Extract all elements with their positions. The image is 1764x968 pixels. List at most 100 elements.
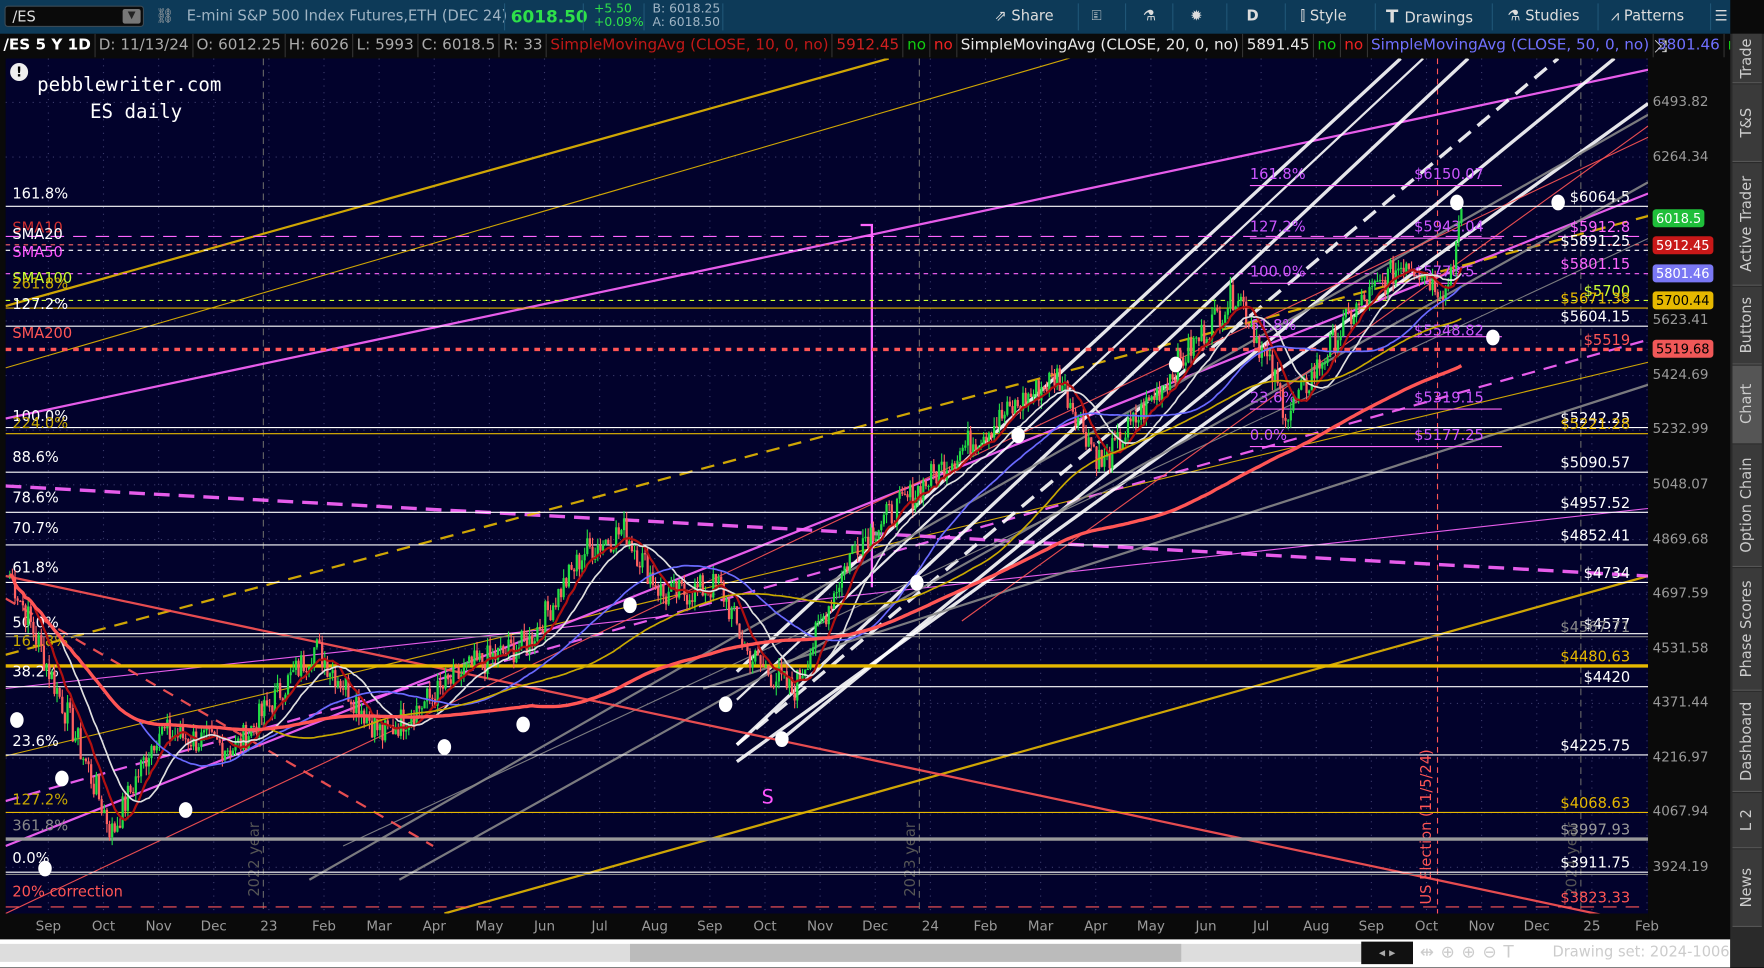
gear-icon[interactable]: ✹ — [1190, 0, 1202, 34]
candle-body — [738, 623, 741, 639]
chart-settings-label[interactable]: /ES 5 Y 1D — [0, 33, 96, 58]
candle-body — [649, 572, 652, 584]
price-tick: 6264.34 — [1652, 148, 1709, 164]
candle-body — [688, 600, 691, 605]
study-sma50[interactable]: SimpleMovingAvg (CLOSE, 50, 0, no) — [1368, 33, 1654, 58]
candle-body — [536, 627, 539, 642]
info-icon[interactable]: 🗉 — [1091, 0, 1102, 34]
candle-body — [510, 639, 513, 644]
candle-icon: ⫿ — [1300, 7, 1310, 25]
candle-body — [71, 708, 74, 742]
price-axis[interactable]: 6493.82 6264.34 5623.41 5424.69 5232.99 5048.… — [1648, 58, 1731, 940]
candle-body — [1365, 299, 1369, 306]
candle-body — [147, 758, 151, 767]
time-tick: Mar — [366, 918, 392, 934]
candle-body — [286, 675, 290, 695]
candle-body — [373, 716, 376, 738]
symbol-selector[interactable]: /ES ▼ — [4, 5, 144, 27]
zoom-in-icon[interactable]: ⊕ — [1462, 942, 1483, 962]
study-sma20[interactable]: SimpleMovingAvg (CLOSE, 20, 0, no) — [957, 33, 1244, 58]
collapse-studies-icon[interactable]: ⤨ — [1654, 36, 1668, 56]
candle-body — [512, 643, 515, 663]
swing-marker — [516, 716, 530, 733]
candle-body — [1229, 284, 1232, 309]
candle-body — [63, 712, 67, 724]
time-tick: Dec — [200, 918, 227, 934]
candle-body — [1434, 274, 1437, 293]
thinkorswim-chart-window: /ES ▼ ⛓ E-mini S&P 500 Index Futures,ETH … — [0, 0, 1764, 968]
candle-body — [880, 524, 883, 531]
horizontal-scrollbar[interactable] — [0, 943, 1384, 962]
candle-body — [462, 666, 466, 675]
candle-body — [819, 620, 823, 622]
candle-body — [1308, 390, 1311, 394]
swing-marker — [1168, 356, 1183, 373]
share-button[interactable]: ⇗ Share — [995, 0, 1054, 34]
candle-body — [16, 598, 19, 601]
sidebar-tab-buttons[interactable]: Buttons — [1732, 286, 1762, 365]
sidebar-tab-news[interactable]: News — [1732, 849, 1762, 927]
sidebar-tab-l-2[interactable]: L 2 — [1732, 793, 1762, 849]
scroll-arrows[interactable]: ◂ ▸ — [1361, 941, 1413, 965]
study-sma10[interactable]: SimpleMovingAvg (CLOSE, 10, 0, no) — [547, 33, 834, 58]
candle-body — [1386, 268, 1390, 294]
candle-body — [754, 650, 757, 662]
sidebar-tab-chart[interactable]: Chart — [1732, 365, 1762, 444]
pan-icon[interactable]: ⇹ — [1420, 942, 1441, 962]
alert-icon[interactable]: ! — [10, 63, 29, 81]
fib-level-label: 127.2% — [12, 792, 68, 809]
chevron-down-icon[interactable]: ▼ — [122, 9, 141, 24]
candle-body — [124, 796, 127, 811]
candle-body — [622, 518, 626, 531]
drawing-set-label[interactable]: Drawing set: 2024-1006 — [1553, 944, 1730, 961]
time-tick: Aug — [1303, 918, 1330, 934]
sidebar-tab-phase-scores[interactable]: Phase Scores — [1732, 568, 1762, 691]
candle-body — [92, 783, 95, 795]
link-icon[interactable]: ⛓ — [155, 0, 174, 34]
candle-body — [714, 573, 718, 583]
study-flag: no — [904, 33, 931, 58]
sidebar-tab-t-s[interactable]: T&S — [1732, 84, 1762, 162]
flask-icon[interactable]: ⚗ — [1143, 0, 1156, 34]
menu-icon[interactable]: ☰ — [1715, 0, 1728, 34]
candle-body — [66, 702, 69, 724]
sidebar-tab-dashboard[interactable]: Dashboard — [1732, 691, 1762, 792]
candle-body — [412, 718, 416, 725]
text-icon[interactable]: T — [1503, 942, 1520, 962]
candle-body — [1179, 350, 1182, 358]
sidebar-tab-active-trader[interactable]: Active Trader — [1732, 163, 1762, 286]
crosshair-icon[interactable]: ⊕ — [1441, 942, 1462, 962]
style-button[interactable]: ⫿ Style — [1301, 0, 1347, 34]
candle-body — [300, 655, 303, 676]
candle-body — [725, 598, 728, 602]
patterns-button[interactable]: ⩘ Patterns — [1611, 0, 1684, 34]
swing-marker — [10, 712, 24, 728]
candle-body — [1163, 385, 1166, 387]
zoom-out-icon[interactable]: ⊖ — [1482, 942, 1503, 962]
candle-body — [1042, 387, 1046, 389]
candle-body — [1132, 412, 1135, 422]
candle-body — [1140, 404, 1143, 420]
time-axis[interactable]: Sep Oct Nov Dec 23 Feb Mar Apr May Jun Jul Aug Sep Oc… — [0, 913, 1659, 940]
scrollbar-thumb[interactable] — [630, 943, 1182, 962]
candle-body — [1200, 324, 1203, 342]
candle-body — [1050, 372, 1054, 375]
sidebar-tab-option-chain[interactable]: Option Chain — [1732, 444, 1762, 567]
sidebar-tab-trade[interactable]: Trade — [1732, 33, 1762, 84]
candle-body — [1000, 409, 1004, 419]
period-selector[interactable]: D — [1247, 0, 1259, 34]
candle-body — [696, 583, 699, 588]
candle-body — [654, 585, 657, 588]
price-chart[interactable]: 2022 year 2023 year 2024 year US Election (… — [5, 0, 1650, 926]
candle-body — [1284, 417, 1287, 421]
drawings-button[interactable]: T Drawings — [1386, 0, 1473, 34]
candle-body — [659, 584, 662, 596]
price-tick: 5048.07 — [1652, 475, 1709, 492]
chart-info-bar: /ES 5 Y 1D D: 11/13/24 O: 6012.25 H: 6026 L:… — [0, 33, 1731, 58]
studies-button[interactable]: ⚗ Studies — [1508, 0, 1580, 34]
candle-body — [1090, 437, 1093, 445]
trendline — [5, 136, 1649, 915]
candle-body — [1103, 456, 1106, 467]
candle-body — [1082, 414, 1085, 433]
candle-body — [874, 539, 878, 541]
